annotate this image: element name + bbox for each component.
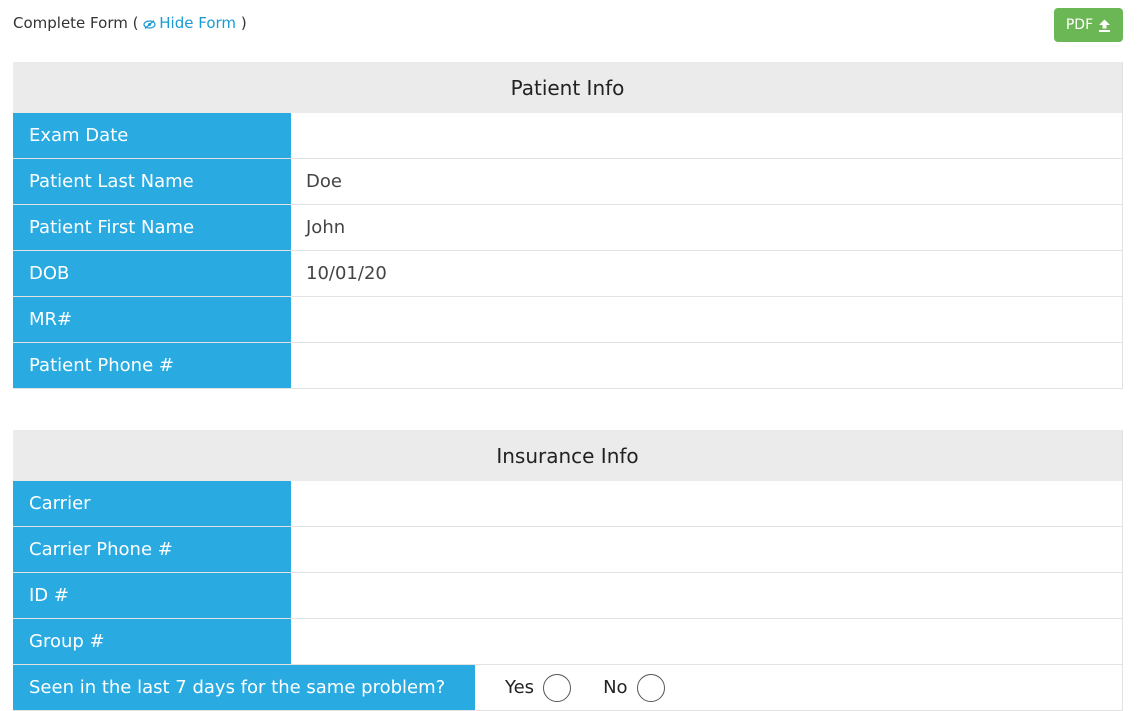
patient-info-section: Patient Info Exam Date Patient Last Name… — [13, 62, 1123, 389]
insurance-info-title: Insurance Info — [13, 430, 1122, 481]
upload-icon — [1099, 19, 1111, 32]
first-name-label: Patient First Name — [13, 205, 291, 250]
seen-no-label: No — [603, 677, 628, 698]
seen-yes-option[interactable]: Yes — [505, 673, 572, 702]
exam-date-label: Exam Date — [13, 113, 291, 158]
patient-phone-label: Patient Phone # — [13, 343, 291, 388]
group-number-value — [291, 619, 1122, 664]
table-row: Seen in the last 7 days for the same pro… — [13, 665, 1122, 711]
dob-label: DOB — [13, 251, 291, 296]
eye-slash-icon — [143, 20, 156, 29]
exam-date-value — [291, 113, 1122, 158]
mr-number-value — [291, 297, 1122, 342]
table-row: ID # — [13, 573, 1122, 619]
patient-info-title: Patient Info — [13, 62, 1122, 113]
table-row: DOB 10/01/20 — [13, 251, 1122, 297]
first-name-value: John — [291, 205, 1122, 250]
table-row: Patient Phone # — [13, 343, 1122, 389]
seen-recently-label: Seen in the last 7 days for the same pro… — [13, 665, 475, 710]
table-row: Carrier — [13, 481, 1122, 527]
form-header: Complete Form ( Hide Form ) — [13, 14, 247, 32]
group-number-label: Group # — [13, 619, 291, 664]
paren-close: ) — [240, 14, 247, 32]
id-number-label: ID # — [13, 573, 291, 618]
hide-form-label: Hide Form — [159, 14, 237, 32]
table-row: Carrier Phone # — [13, 527, 1122, 573]
table-row: Patient First Name John — [13, 205, 1122, 251]
carrier-label: Carrier — [13, 481, 291, 526]
seen-recently-radio-group: Yes No — [475, 665, 697, 710]
paren-open: ( — [132, 14, 139, 32]
seen-yes-label: Yes — [505, 677, 535, 698]
table-row: Group # — [13, 619, 1122, 665]
pdf-button-label: PDF — [1065, 17, 1094, 33]
seen-no-option[interactable]: No — [603, 673, 665, 702]
carrier-value — [291, 481, 1122, 526]
insurance-info-section: Insurance Info Carrier Carrier Phone # I… — [13, 430, 1123, 711]
patient-phone-value — [291, 343, 1122, 388]
carrier-phone-label: Carrier Phone # — [13, 527, 291, 572]
last-name-label: Patient Last Name — [13, 159, 291, 204]
hide-form-link[interactable]: Hide Form — [143, 14, 241, 32]
table-row: Exam Date — [13, 113, 1122, 159]
seen-yes-radio[interactable] — [543, 673, 572, 702]
table-row: Patient Last Name Doe — [13, 159, 1122, 205]
seen-no-radio[interactable] — [636, 673, 665, 702]
pdf-export-button[interactable]: PDF — [1054, 8, 1123, 42]
dob-value: 10/01/20 — [291, 251, 1122, 296]
last-name-value: Doe — [291, 159, 1122, 204]
carrier-phone-value — [291, 527, 1122, 572]
id-number-value — [291, 573, 1122, 618]
table-row: MR# — [13, 297, 1122, 343]
mr-number-label: MR# — [13, 297, 291, 342]
form-title: Complete Form — [13, 14, 128, 32]
